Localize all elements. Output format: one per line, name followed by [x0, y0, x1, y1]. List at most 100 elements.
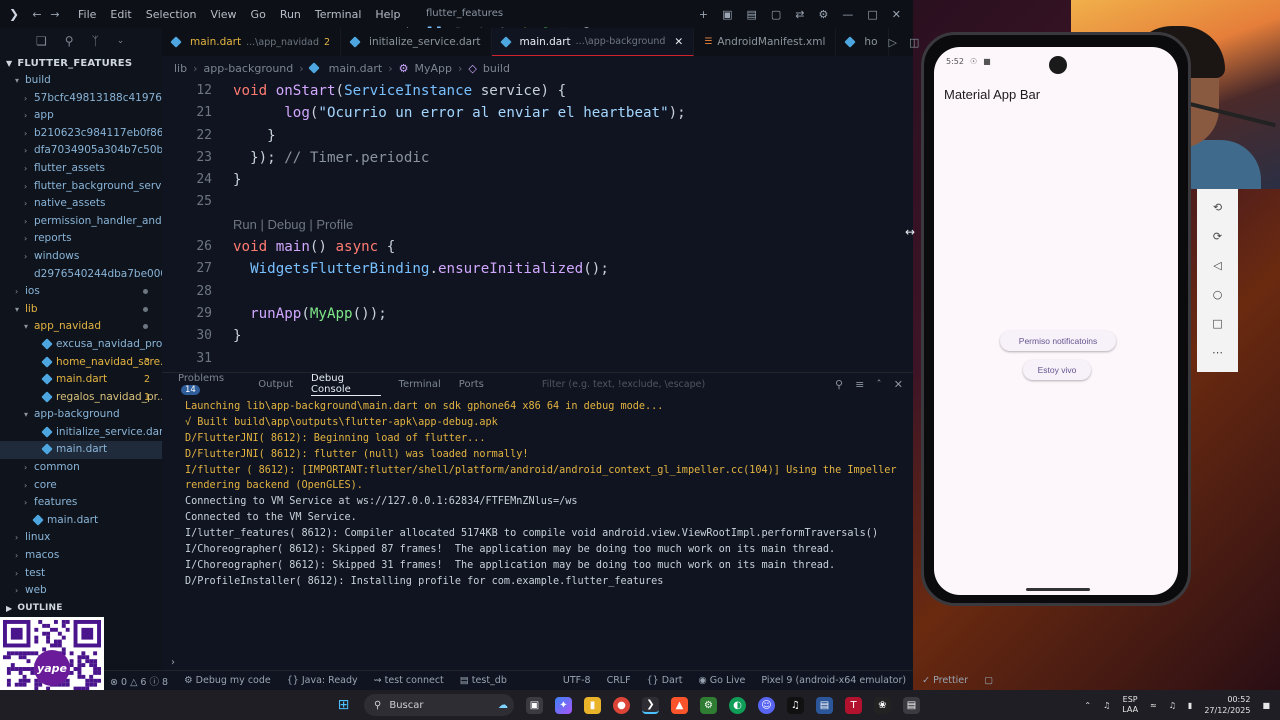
openai-icon[interactable]: ❀: [874, 696, 891, 714]
test-db-status[interactable]: ▤ test_db: [460, 675, 507, 686]
java-status[interactable]: {} Java: Ready: [287, 675, 358, 686]
menu-help[interactable]: Help: [375, 8, 400, 21]
tree-folder[interactable]: › web: [0, 582, 162, 600]
tree-folder[interactable]: › test: [0, 565, 162, 583]
menu-go[interactable]: Go: [251, 8, 266, 21]
tree-folder[interactable]: › b210623c984117eb0f86f3...: [0, 125, 162, 143]
tab-main-dart-background[interactable]: main.dart ...\app-background ✕: [491, 28, 695, 56]
tab-initialize-service[interactable]: initialize_service.dart: [341, 28, 492, 56]
tree-folder[interactable]: › dfa7034905a304b7c50be...: [0, 142, 162, 160]
tree-folder[interactable]: › flutter_assets: [0, 160, 162, 178]
source-control-icon[interactable]: ᛉ: [92, 34, 99, 48]
code-editor[interactable]: 12 void onStart(ServiceInstance service) …: [162, 80, 913, 368]
breadcrumb-item[interactable]: build: [483, 62, 510, 75]
tree-file[interactable]: main.dart: [0, 512, 162, 530]
eol-status[interactable]: CRLF: [607, 675, 631, 686]
tree-folder[interactable]: › core: [0, 477, 162, 495]
overview-icon[interactable]: □: [1208, 315, 1228, 332]
tree-folder[interactable]: ▾ app-background: [0, 406, 162, 424]
tab-terminal[interactable]: Terminal: [399, 379, 441, 390]
chevron-up-icon[interactable]: ⌃: [1084, 701, 1091, 710]
minimize-icon[interactable]: —: [842, 8, 853, 21]
breadcrumb-item[interactable]: main.dart: [329, 62, 383, 75]
maximize-icon[interactable]: □: [867, 8, 877, 21]
split-editor-icon[interactable]: ◫: [909, 36, 919, 49]
tree-file[interactable]: excusa_navidad_provide...: [0, 336, 162, 354]
back-icon[interactable]: ◁: [1208, 257, 1228, 274]
tree-folder[interactable]: › ios: [0, 283, 162, 301]
search-icon[interactable]: ⚲: [835, 378, 843, 391]
windows-start-icon[interactable]: ⊞: [335, 697, 352, 714]
notification-bell-icon[interactable]: ▢: [984, 675, 993, 686]
wifi-icon[interactable]: ≈: [1150, 701, 1157, 710]
breadcrumb-item[interactable]: MyApp: [415, 62, 453, 75]
system-clock[interactable]: 00:52 27/12/2025: [1204, 694, 1250, 716]
copilot-icon[interactable]: ✦: [555, 696, 572, 714]
swap-icon[interactable]: ⇄: [795, 8, 804, 21]
add-icon[interactable]: +: [699, 8, 708, 21]
tab-android-manifest[interactable]: ☰ AndroidManifest.xml: [694, 28, 837, 56]
brave-icon[interactable]: ▲: [671, 696, 688, 714]
language-status[interactable]: {} Dart: [647, 675, 683, 686]
menu-terminal[interactable]: Terminal: [315, 8, 362, 21]
clear-console-icon[interactable]: ≡: [855, 378, 864, 391]
codelens-run-debug[interactable]: Run | Debug | Profile: [162, 214, 913, 236]
tree-file[interactable]: initialize_service.dart: [0, 424, 162, 442]
language-indicator[interactable]: ESP LAA: [1122, 695, 1138, 715]
outline-section-title[interactable]: ▶ OUTLINE: [0, 599, 63, 617]
menu-run[interactable]: Run: [280, 8, 301, 21]
vscode-taskbar-icon[interactable]: ❯: [642, 696, 659, 714]
menu-edit[interactable]: Edit: [110, 8, 131, 21]
breadcrumb-item[interactable]: app-background: [204, 62, 294, 75]
tree-file[interactable]: home_navidad_scre... 3: [0, 354, 162, 372]
explorer-section-title[interactable]: ▼ FLUTTER_FEATURES: [0, 54, 162, 72]
chrome-icon[interactable]: ●: [613, 696, 630, 714]
tree-folder[interactable]: ▾ build: [0, 72, 162, 90]
rotate-left-icon[interactable]: ⟲: [1208, 199, 1228, 216]
go-live-status[interactable]: ◉ Go Live: [698, 675, 745, 686]
tree-folder[interactable]: › features: [0, 494, 162, 512]
menu-view[interactable]: View: [210, 8, 236, 21]
task-view-icon[interactable]: ▣: [526, 696, 543, 714]
tree-file[interactable]: d2976540244dba7be000c...: [0, 266, 162, 284]
tree-folder[interactable]: › macos: [0, 547, 162, 565]
prettier-status[interactable]: ✓ Prettier: [922, 675, 968, 686]
chevron-up-icon[interactable]: ˆ: [876, 378, 882, 391]
tree-folder[interactable]: › linux: [0, 529, 162, 547]
device-status[interactable]: Pixel 9 (android-x64 emulator): [761, 675, 906, 686]
menu-selection[interactable]: Selection: [146, 8, 197, 21]
estoy-vivo-button[interactable]: Estoy vivo: [1023, 360, 1091, 380]
tab-main-dart-navidad[interactable]: main.dart ...\app_navidad 2: [162, 28, 342, 56]
tree-file[interactable]: main.dart 2: [0, 371, 162, 389]
android-studio-icon[interactable]: ⚙: [700, 696, 717, 714]
tree-file[interactable]: regalos_navidad_pr... 1: [0, 389, 162, 407]
notifications-icon[interactable]: ■: [1262, 701, 1270, 710]
phone-screen[interactable]: 5:52 ☉ ■ Material App Bar Permiso notifi…: [934, 47, 1178, 595]
tree-file[interactable]: main.dart: [0, 441, 162, 460]
tab-debug-console[interactable]: Debug Console: [311, 373, 381, 396]
close-window-icon[interactable]: ✕: [892, 8, 901, 21]
tree-folder[interactable]: › windows: [0, 248, 162, 266]
files-icon[interactable]: ❏: [36, 34, 47, 48]
layout-sidebar-icon[interactable]: ▣: [722, 8, 732, 21]
tree-folder[interactable]: › permission_handler_andr...: [0, 213, 162, 231]
debug-console-output[interactable]: Launching lib\app-background\main.dart o…: [162, 395, 913, 590]
close-tab-icon[interactable]: ✕: [674, 36, 683, 48]
layout-panel-icon[interactable]: ▤: [746, 8, 756, 21]
tensorflow-icon[interactable]: T: [845, 696, 862, 714]
tree-folder[interactable]: ▾ app_navidad: [0, 318, 162, 336]
tab-ports[interactable]: Ports: [459, 379, 484, 390]
close-panel-icon[interactable]: ✕: [894, 378, 903, 391]
battery-icon[interactable]: ▮: [1188, 701, 1192, 710]
tree-folder[interactable]: ▾ lib: [0, 301, 162, 319]
tree-folder[interactable]: › flutter_background_servic...: [0, 178, 162, 196]
rotate-right-icon[interactable]: ⟳: [1208, 228, 1228, 245]
problems-status[interactable]: ⊗ 0 △ 6 ⓘ 8: [110, 674, 168, 688]
volume-icon[interactable]: ♫: [1169, 701, 1176, 710]
gesture-nav-bar[interactable]: [1026, 588, 1090, 591]
console-filter-input[interactable]: Filter (e.g. text, !exclude, \escape): [542, 379, 817, 390]
notes-app-icon[interactable]: ▤: [816, 696, 833, 714]
permission-notifications-button[interactable]: Permiso notificatoins: [1000, 331, 1116, 351]
debug-my-code-status[interactable]: ⚙ Debug my code: [184, 675, 271, 686]
chevron-down-icon[interactable]: ⌄: [117, 36, 125, 46]
